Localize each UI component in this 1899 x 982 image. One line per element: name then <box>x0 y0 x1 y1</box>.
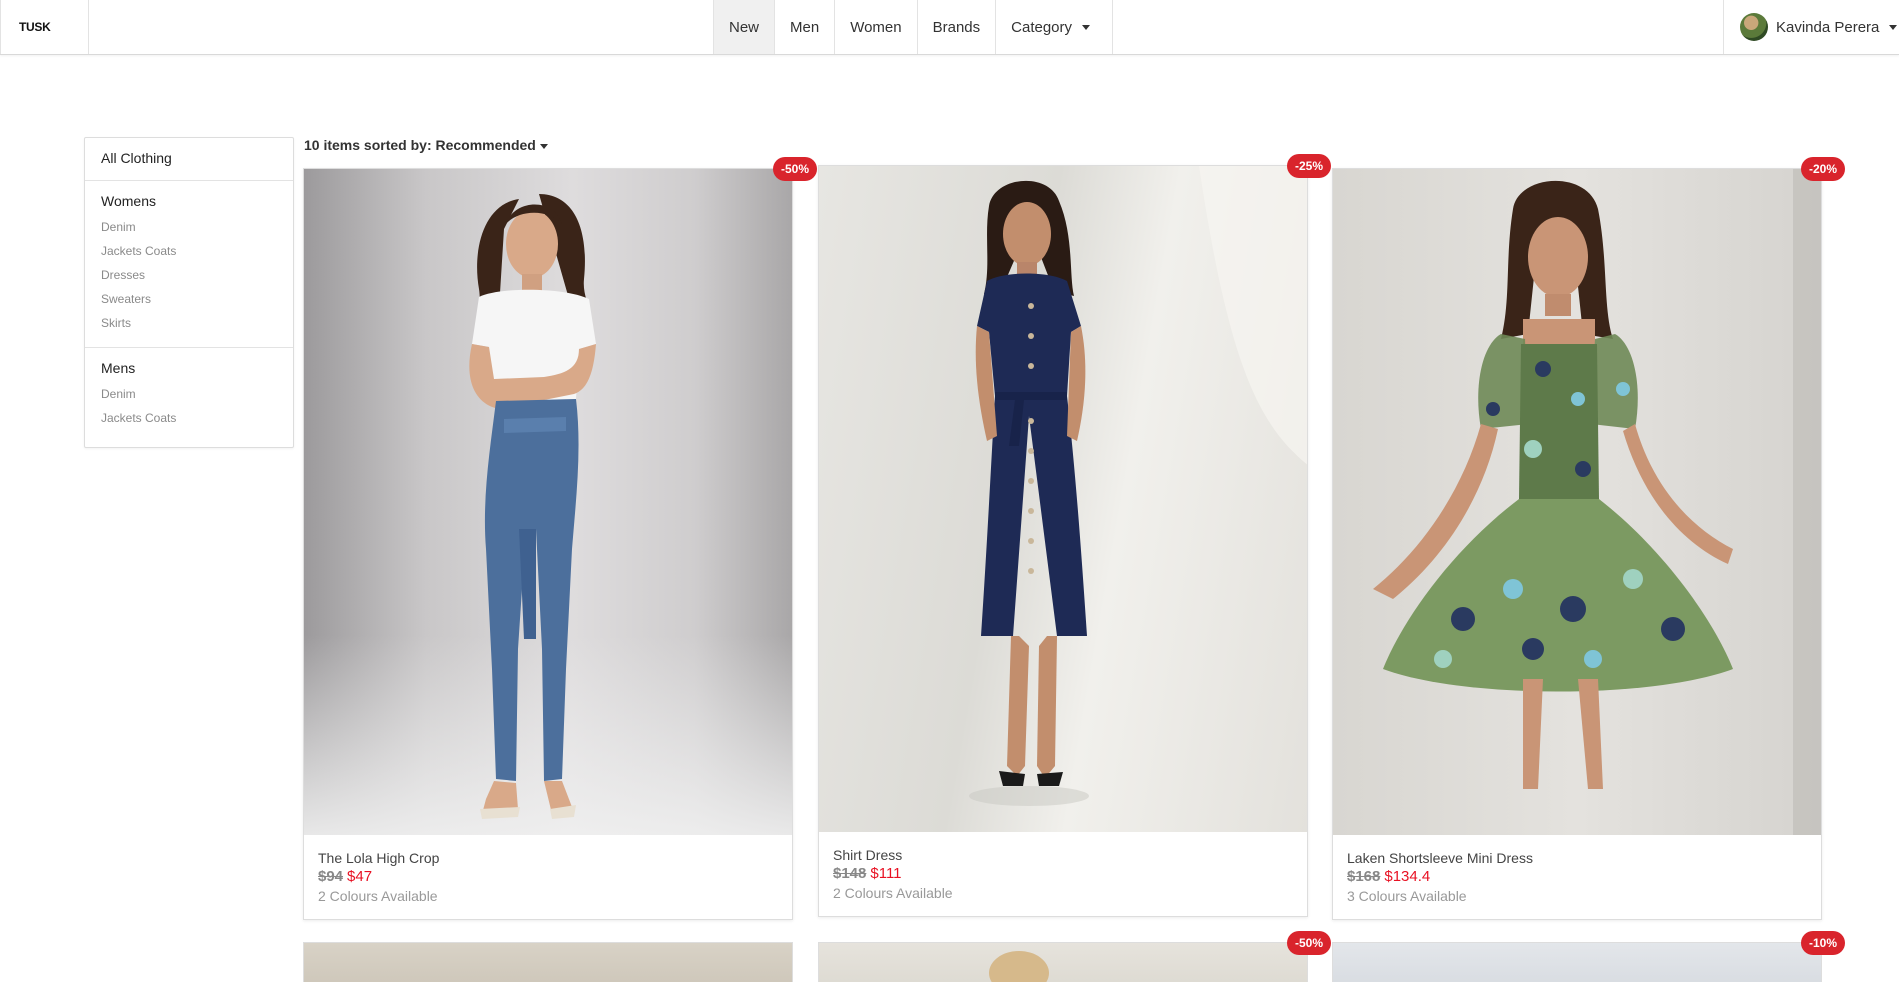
discount-badge: -50% <box>1287 931 1332 955</box>
original-price: $148 <box>833 865 867 882</box>
product-card[interactable]: Laken Shortsleeve Mini Dress $168 $134.4 … <box>1332 168 1822 920</box>
product-info: Shirt Dress $148 $111 2 Colours Available <box>819 832 1307 916</box>
nav-label: Women <box>850 18 902 36</box>
original-price: $94 <box>318 868 344 885</box>
nav-label: Brands <box>932 18 981 36</box>
sidebar-section-mens: Mens Denim Jackets Coats <box>85 348 293 442</box>
nav-label: Men <box>790 18 820 36</box>
sort-value: Recommended <box>435 137 536 153</box>
sale-price: $111 <box>870 865 902 882</box>
discount-badge: -10% <box>1801 931 1846 955</box>
product-card[interactable] <box>818 942 1308 982</box>
colours-available: 2 Colours Available <box>318 888 438 904</box>
discount-badge: -25% <box>1287 154 1332 178</box>
sidebar-item-dresses[interactable]: Dresses <box>101 263 277 287</box>
model-illustration <box>1373 169 1821 835</box>
caret-down-icon <box>1082 24 1091 30</box>
product-price: $148 $111 <box>833 864 1293 884</box>
product-name[interactable]: Shirt Dress <box>833 846 1293 864</box>
product-price: $168 $134.4 <box>1347 867 1807 887</box>
sidebar-item-all-clothing[interactable]: All Clothing <box>101 150 277 166</box>
caret-down-icon <box>1889 24 1898 30</box>
main-nav: New Men Women Brands Category <box>713 0 1114 54</box>
nav-label: New <box>729 18 760 36</box>
nav-item-women[interactable]: Women <box>834 0 916 54</box>
nav-item-new[interactable]: New <box>713 0 775 54</box>
sidebar-item-jackets-coats[interactable]: Jackets Coats <box>101 406 277 430</box>
product-image[interactable] <box>1333 169 1821 835</box>
sale-price: $47 <box>347 868 373 885</box>
discount-badge: -20% <box>1801 157 1846 181</box>
sidebar-heading-womens[interactable]: Womens <box>101 193 277 209</box>
sort-bar: 10 items sorted by: Recommended <box>304 137 548 153</box>
nav-item-brands[interactable]: Brands <box>916 0 996 54</box>
discount-badge: -50% <box>773 157 818 181</box>
sidebar-item-denim[interactable]: Denim <box>101 382 277 406</box>
user-menu[interactable]: Kavinda Perera <box>1723 0 1899 54</box>
item-count: 10 items sorted by: <box>304 137 432 153</box>
product-price: $94 $47 <box>318 867 778 887</box>
product-image[interactable] <box>819 166 1307 832</box>
product-card[interactable] <box>1332 942 1822 982</box>
sidebar-item-jackets-coats[interactable]: Jackets Coats <box>101 239 277 263</box>
sort-dropdown[interactable]: Recommended <box>436 137 548 153</box>
sidebar-section-all: All Clothing <box>85 138 293 181</box>
product-card[interactable]: Shirt Dress $148 $111 2 Colours Available <box>818 165 1308 917</box>
product-card[interactable] <box>303 942 793 982</box>
product-info: Laken Shortsleeve Mini Dress $168 $134.4 … <box>1333 835 1821 919</box>
product-image <box>989 951 1049 982</box>
product-name[interactable]: Laken Shortsleeve Mini Dress <box>1347 849 1807 867</box>
colours-available: 3 Colours Available <box>1347 888 1467 904</box>
sidebar-item-skirts[interactable]: Skirts <box>101 311 277 335</box>
nav-item-men[interactable]: Men <box>774 0 834 54</box>
sidebar-item-denim[interactable]: Denim <box>101 215 277 239</box>
category-sidebar: All Clothing Womens Denim Jackets Coats … <box>84 137 294 448</box>
brand-logo[interactable]: TUSK <box>0 0 89 54</box>
original-price: $168 <box>1347 868 1381 885</box>
nav-item-category[interactable]: Category <box>995 0 1114 54</box>
nav-label: Category <box>1011 18 1073 36</box>
product-name[interactable]: The Lola High Crop <box>318 849 778 867</box>
sale-price: $134.4 <box>1384 868 1431 885</box>
model-illustration <box>469 194 596 819</box>
sidebar-item-sweaters[interactable]: Sweaters <box>101 287 277 311</box>
avatar <box>1740 13 1768 41</box>
colours-available: 2 Colours Available <box>833 885 953 901</box>
top-navbar: TUSK New Men Women Brands Category Kavin… <box>0 0 1899 55</box>
sidebar-section-womens: Womens Denim Jackets Coats Dresses Sweat… <box>85 181 293 348</box>
model-illustration <box>969 166 1307 806</box>
sidebar-heading-mens[interactable]: Mens <box>101 360 277 376</box>
user-name: Kavinda Perera <box>1776 18 1880 36</box>
product-card[interactable]: The Lola High Crop $94 $47 2 Colours Avai… <box>303 168 793 920</box>
product-info: The Lola High Crop $94 $47 2 Colours Avai… <box>304 835 792 919</box>
caret-down-icon <box>539 143 548 149</box>
product-image[interactable] <box>304 169 792 835</box>
